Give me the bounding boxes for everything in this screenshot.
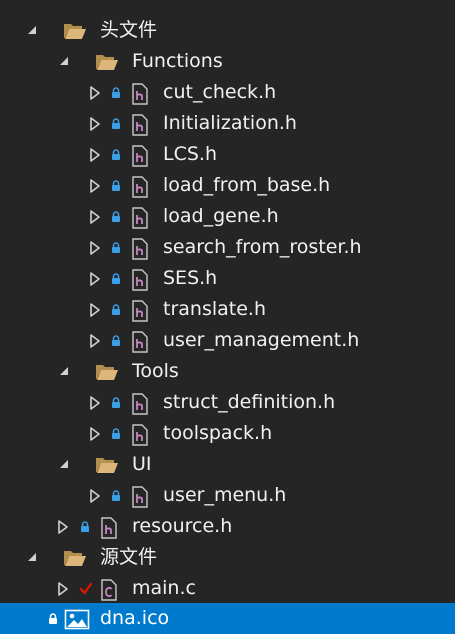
tree-item-label: search_from_roster.h	[163, 236, 362, 258]
tree-item-label: load_from_base.h	[163, 174, 331, 196]
lock-icon	[110, 139, 122, 170]
lock-icon	[110, 325, 122, 356]
collapsed-triangle-icon[interactable]	[89, 170, 103, 201]
lock-icon	[110, 418, 122, 449]
lock-icon	[79, 511, 91, 542]
tree-item-header-files[interactable]: 头文件	[0, 15, 455, 46]
tree-item-search-from-roster-h[interactable]: search_from_roster.h	[0, 232, 455, 263]
tree-item-label: load_gene.h	[163, 205, 279, 227]
tree-item-translate-h[interactable]: translate.h	[0, 294, 455, 325]
tree-item-label: Functions	[132, 50, 223, 72]
lock-icon	[110, 170, 122, 201]
tree-item-label: dna.ico	[100, 607, 170, 629]
tree-item-main-c[interactable]: main.c	[0, 573, 455, 604]
expanded-triangle-icon[interactable]	[58, 356, 72, 387]
tree-item-label: LCS.h	[163, 143, 217, 165]
tree-item-label: 源文件	[100, 546, 158, 568]
tree-item-label: translate.h	[163, 298, 266, 320]
header-file-icon	[130, 294, 152, 325]
tree-item-label: user_menu.h	[163, 484, 287, 506]
collapsed-triangle-icon[interactable]	[89, 232, 103, 263]
header-file-icon	[130, 170, 152, 201]
collapsed-triangle-icon[interactable]	[89, 294, 103, 325]
solution-explorer-tree: 头文件 Functions cut_check.h Initialization…	[0, 0, 455, 634]
tree-item-ses-h[interactable]: SES.h	[0, 263, 455, 294]
header-file-icon	[130, 232, 152, 263]
lock-icon	[47, 603, 59, 634]
tree-item-label: 头文件	[100, 19, 158, 41]
header-file-icon	[130, 77, 152, 108]
tree-item-label: toolspack.h	[163, 422, 273, 444]
collapsed-triangle-icon[interactable]	[57, 573, 71, 604]
header-file-icon	[130, 108, 152, 139]
collapsed-triangle-icon[interactable]	[89, 263, 103, 294]
expanded-triangle-icon[interactable]	[26, 15, 40, 46]
tree-item-label: SES.h	[163, 267, 218, 289]
collapsed-triangle-icon[interactable]	[89, 418, 103, 449]
tree-item-label: UI	[132, 453, 152, 475]
expanded-triangle-icon[interactable]	[58, 449, 72, 480]
lock-icon	[110, 294, 122, 325]
tree-item-source-files[interactable]: 源文件	[0, 542, 455, 573]
tree-item-struct-definition-h[interactable]: struct_definition.h	[0, 387, 455, 418]
tree-item-load-from-base-h[interactable]: load_from_base.h	[0, 170, 455, 201]
lock-icon	[110, 108, 122, 139]
lock-icon	[110, 232, 122, 263]
checkmark-icon	[79, 573, 93, 604]
tree-item-cut-check-h[interactable]: cut_check.h	[0, 77, 455, 108]
collapsed-triangle-icon[interactable]	[89, 480, 103, 511]
image-file-icon	[64, 603, 90, 634]
lock-icon	[110, 263, 122, 294]
header-file-icon	[130, 263, 152, 294]
tree-item-dna-ico[interactable]: dna.ico	[0, 603, 455, 634]
tree-item-lcs-h[interactable]: LCS.h	[0, 139, 455, 170]
header-file-icon	[99, 511, 121, 542]
tree-item-initialization-h[interactable]: Initialization.h	[0, 108, 455, 139]
lock-icon	[110, 201, 122, 232]
lock-icon	[110, 77, 122, 108]
folder-open-icon	[95, 449, 118, 480]
tree-item-tools[interactable]: Tools	[0, 356, 455, 387]
lock-icon	[110, 480, 122, 511]
expanded-triangle-icon[interactable]	[58, 46, 72, 77]
tree-item-load-gene-h[interactable]: load_gene.h	[0, 201, 455, 232]
collapsed-triangle-icon[interactable]	[89, 77, 103, 108]
tree-item-ui[interactable]: UI	[0, 449, 455, 480]
folder-open-icon	[63, 15, 86, 46]
collapsed-triangle-icon[interactable]	[89, 139, 103, 170]
folder-open-icon	[95, 356, 118, 387]
collapsed-triangle-icon[interactable]	[89, 108, 103, 139]
tree-item-label: struct_definition.h	[163, 391, 336, 413]
header-file-icon	[130, 139, 152, 170]
tree-item-label: user_management.h	[163, 329, 360, 351]
expanded-triangle-icon[interactable]	[26, 542, 40, 573]
header-file-icon	[130, 325, 152, 356]
folder-open-icon	[63, 542, 86, 573]
folder-open-icon	[95, 46, 118, 77]
header-file-icon	[130, 480, 152, 511]
tree-item-toolspack-h[interactable]: toolspack.h	[0, 418, 455, 449]
header-file-icon	[130, 201, 152, 232]
collapsed-triangle-icon[interactable]	[89, 325, 103, 356]
tree-item-functions[interactable]: Functions	[0, 46, 455, 77]
tree-item-label: main.c	[132, 577, 196, 599]
header-file-icon	[130, 418, 152, 449]
tree-item-user-menu-h[interactable]: user_menu.h	[0, 480, 455, 511]
tree-item-label: Initialization.h	[163, 112, 297, 134]
collapsed-triangle-icon[interactable]	[89, 201, 103, 232]
tree-item-user-management-h[interactable]: user_management.h	[0, 325, 455, 356]
lock-icon	[110, 387, 122, 418]
c-source-file-icon	[99, 573, 121, 604]
header-file-icon	[130, 387, 152, 418]
tree-item-resource-h[interactable]: resource.h	[0, 511, 455, 542]
collapsed-triangle-icon[interactable]	[89, 387, 103, 418]
tree-item-label: cut_check.h	[163, 81, 277, 103]
tree-item-label: resource.h	[132, 515, 233, 537]
tree-item-label: Tools	[132, 360, 179, 382]
collapsed-triangle-icon[interactable]	[57, 511, 71, 542]
